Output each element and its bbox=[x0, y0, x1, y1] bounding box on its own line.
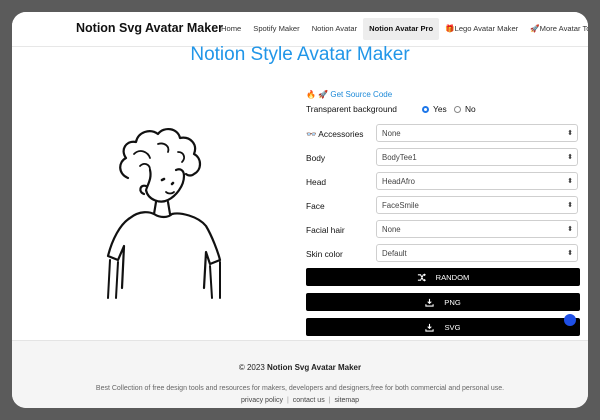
footer-copyright: © 2023 Notion Svg Avatar Maker bbox=[12, 363, 588, 372]
skin-color-row: Skin color Default ⬍ bbox=[306, 244, 580, 268]
facial-hair-select[interactable]: None ⬍ bbox=[376, 220, 578, 238]
avatar-body bbox=[106, 211, 222, 290]
facial-hair-row: Facial hair None ⬍ bbox=[306, 220, 580, 244]
chevron-updown-icon: ⬍ bbox=[567, 226, 573, 233]
shuffle-icon bbox=[417, 273, 426, 281]
transparent-background-label: Transparent background bbox=[306, 104, 397, 114]
nav-lego-avatar-maker[interactable]: 🎁Lego Avatar Maker bbox=[439, 18, 524, 40]
radio-no-dot[interactable] bbox=[454, 105, 461, 113]
radio-no-label: No bbox=[465, 104, 476, 114]
brand-logo[interactable]: Notion Svg Avatar Maker bbox=[76, 21, 223, 35]
footer: © 2023 Notion Svg Avatar Maker Best Coll… bbox=[12, 340, 588, 408]
accessories-select[interactable]: None ⬍ bbox=[376, 124, 578, 142]
body-label: Body bbox=[306, 153, 326, 163]
download-icon bbox=[425, 323, 435, 332]
avatar-face bbox=[144, 168, 186, 203]
nav-home[interactable]: Home bbox=[215, 18, 247, 40]
transparent-background-row: Transparent background Yes No bbox=[306, 102, 580, 118]
footer-links: privacy policy | contact us | sitemap bbox=[12, 397, 588, 404]
footer-brand[interactable]: Notion Svg Avatar Maker bbox=[267, 363, 361, 372]
download-icon bbox=[425, 298, 434, 307]
radio-no[interactable]: No bbox=[454, 104, 476, 114]
svg-label: SVG bbox=[444, 322, 461, 332]
random-label: RANDOM bbox=[435, 272, 470, 282]
face-label: Face bbox=[306, 201, 325, 211]
facial-hair-label: Facial hair bbox=[306, 225, 345, 235]
contact-us-link[interactable]: contact us bbox=[293, 397, 325, 404]
face-row: Face FaceSmile ⬍ bbox=[306, 196, 580, 220]
chevron-updown-icon: ⬍ bbox=[567, 130, 573, 137]
page-title: Notion Style Avatar Maker bbox=[190, 44, 410, 65]
accessories-value: None bbox=[382, 129, 401, 138]
accessories-row: 👓 Accessories None ⬍ bbox=[306, 124, 580, 148]
body-select[interactable]: BodyTee1 ⬍ bbox=[376, 148, 578, 166]
nav-spotify-maker[interactable]: Spotify Maker bbox=[247, 18, 305, 40]
separator: | bbox=[328, 397, 331, 404]
face-value: FaceSmile bbox=[382, 201, 419, 210]
footer-tagline: Best Collection of free design tools and… bbox=[95, 385, 505, 392]
chevron-updown-icon: ⬍ bbox=[567, 154, 573, 161]
app-window: Notion Svg Avatar Maker Home Spotify Mak… bbox=[12, 12, 588, 408]
radio-yes[interactable]: Yes bbox=[422, 104, 447, 114]
controls-panel: 🔥 🚀 Get Source Code Transparent backgrou… bbox=[306, 88, 580, 343]
top-navbar: Notion Svg Avatar Maker Home Spotify Mak… bbox=[12, 12, 588, 47]
chevron-updown-icon: ⬍ bbox=[567, 178, 573, 185]
nav-notion-avatar[interactable]: Notion Avatar bbox=[306, 18, 363, 40]
separator: | bbox=[286, 397, 289, 404]
chevron-updown-icon: ⬍ bbox=[567, 250, 573, 257]
body-value: BodyTee1 bbox=[382, 153, 417, 162]
head-label: Head bbox=[306, 177, 327, 187]
source-code-link[interactable]: 🔥 🚀 Get Source Code bbox=[306, 88, 580, 102]
avatar-preview bbox=[106, 128, 222, 299]
svg-download-button[interactable]: SVG bbox=[306, 318, 580, 336]
head-value: HeadAfro bbox=[382, 177, 415, 186]
radio-yes-dot[interactable] bbox=[422, 105, 429, 113]
chevron-updown-icon: ⬍ bbox=[567, 202, 573, 209]
random-button[interactable]: RANDOM bbox=[306, 268, 580, 286]
floating-action-dot[interactable] bbox=[564, 314, 576, 326]
png-download-button[interactable]: PNG bbox=[306, 293, 580, 311]
facial-hair-value: None bbox=[382, 225, 401, 234]
face-select[interactable]: FaceSmile ⬍ bbox=[376, 196, 578, 214]
privacy-policy-link[interactable]: privacy policy bbox=[241, 397, 283, 404]
nav-more-avatar-tools[interactable]: 🚀More Avatar Tools bbox=[524, 18, 588, 40]
radio-yes-label: Yes bbox=[433, 104, 447, 114]
skin-color-label: Skin color bbox=[306, 249, 343, 259]
sitemap-link[interactable]: sitemap bbox=[335, 397, 360, 404]
nav-notion-avatar-pro[interactable]: Notion Avatar Pro bbox=[363, 18, 440, 40]
accessories-label: 👓 Accessories bbox=[306, 129, 364, 139]
head-row: Head HeadAfro ⬍ bbox=[306, 172, 580, 196]
png-label: PNG bbox=[444, 297, 461, 307]
skin-color-select[interactable]: Default ⬍ bbox=[376, 244, 578, 262]
body-row: Body BodyTee1 ⬍ bbox=[306, 148, 580, 172]
copyright-text: © 2023 bbox=[238, 363, 265, 372]
main-nav: Home Spotify Maker Notion Avatar Notion … bbox=[215, 18, 588, 40]
head-select[interactable]: HeadAfro ⬍ bbox=[376, 172, 578, 190]
skin-color-value: Default bbox=[382, 249, 407, 258]
